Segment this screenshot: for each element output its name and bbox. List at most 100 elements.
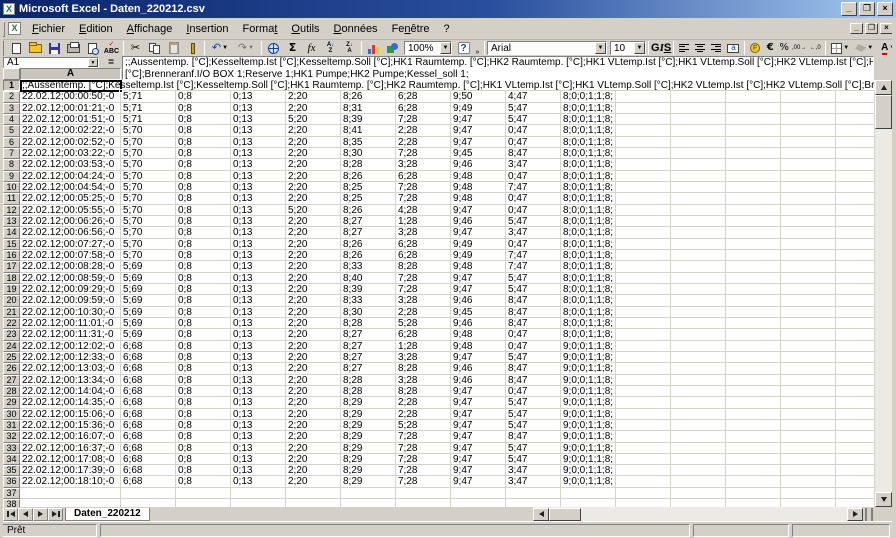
menu-item-insertion[interactable]: Insertion [179, 21, 235, 37]
cell[interactable]: 2;20 [286, 215, 341, 228]
cell[interactable]: 9;47 [451, 408, 506, 420]
cell[interactable]: 8;0;0;1;1;8; [561, 215, 616, 228]
cell[interactable] [836, 295, 875, 307]
cell[interactable]: 5;71 [121, 102, 176, 114]
cell[interactable]: 9;47 [451, 465, 506, 477]
cell[interactable]: 8;0;0;1;1;8; [561, 249, 616, 262]
cell[interactable] [671, 329, 726, 341]
row-header-9[interactable]: 9 [3, 170, 20, 182]
chevron-down-icon[interactable]: ▼ [88, 58, 98, 67]
cell[interactable] [616, 453, 671, 466]
cell[interactable] [616, 91, 671, 103]
cell[interactable]: 8;33 [341, 295, 396, 307]
row-header-3[interactable]: 3 [3, 102, 20, 114]
cell[interactable]: 8;41 [341, 125, 396, 137]
cell[interactable]: 4;47 [506, 91, 561, 103]
cell[interactable]: 2;20 [286, 227, 341, 239]
cell[interactable]: 8;47 [506, 374, 561, 386]
cell[interactable]: 5;69 [121, 261, 176, 273]
cell[interactable]: 5;69 [121, 317, 176, 330]
doc-restore-button[interactable]: ❐ [865, 23, 878, 34]
cell[interactable]: 8;26 [341, 249, 396, 262]
cell[interactable]: 7;28 [396, 476, 451, 488]
cell[interactable] [671, 91, 726, 103]
print-preview-button[interactable] [83, 40, 102, 56]
cell[interactable]: 0;13 [231, 374, 286, 386]
row-header-38[interactable]: 38 [3, 499, 20, 507]
cell[interactable] [726, 113, 781, 126]
cell[interactable]: 8;0;0;1;1;8; [561, 159, 616, 171]
menu-item-format[interactable]: Format [236, 21, 285, 37]
cell[interactable]: 9;46 [451, 159, 506, 171]
cell[interactable]: 9;49 [451, 249, 506, 262]
row-header-28[interactable]: 28 [3, 385, 20, 398]
cell[interactable] [836, 91, 875, 103]
save-button[interactable] [45, 40, 64, 56]
cell[interactable] [671, 238, 726, 250]
cell[interactable]: 5;47 [506, 397, 561, 409]
edit-formula-button[interactable]: = [104, 57, 118, 68]
cell[interactable]: 0;13 [231, 91, 286, 103]
cell[interactable]: 0;47 [506, 170, 561, 182]
cell[interactable]: 9;47 [451, 453, 506, 466]
cell[interactable] [781, 181, 836, 194]
cell[interactable]: 8;35 [341, 136, 396, 148]
cell[interactable]: 8;0;0;1;1;8; [561, 238, 616, 250]
cell[interactable] [836, 329, 875, 341]
cell[interactable] [616, 193, 671, 205]
cell[interactable] [781, 102, 836, 114]
cell[interactable] [726, 408, 781, 420]
first-sheet-button[interactable] [3, 507, 18, 521]
cell[interactable]: 2;28 [396, 408, 451, 420]
cell[interactable]: 0;8 [176, 329, 231, 341]
cell[interactable]: 0;47 [506, 125, 561, 137]
row-header-8[interactable]: 8 [3, 159, 20, 171]
cell[interactable] [671, 419, 726, 432]
cell[interactable]: 8;25 [341, 193, 396, 205]
cell[interactable]: 7;28 [396, 431, 451, 443]
cell[interactable]: 0;13 [231, 170, 286, 182]
cell[interactable] [836, 283, 875, 296]
cell[interactable] [726, 374, 781, 386]
cell[interactable]: 7;28 [396, 453, 451, 466]
cell[interactable]: 8;0;0;1;1;8; [561, 102, 616, 114]
cell[interactable] [726, 431, 781, 443]
cell[interactable] [836, 431, 875, 443]
cell[interactable]: 9;49 [451, 238, 506, 250]
cell[interactable]: 5;69 [121, 295, 176, 307]
cell[interactable]: 8;47 [506, 317, 561, 330]
cell[interactable] [726, 397, 781, 409]
cell[interactable]: 0;13 [231, 329, 286, 341]
paste-button[interactable] [164, 40, 183, 56]
cell[interactable]: 6;68 [121, 340, 176, 352]
cell[interactable] [616, 385, 671, 398]
row-header-10[interactable]: 10 [3, 181, 20, 194]
cell[interactable]: 6;28 [396, 249, 451, 262]
cell[interactable] [781, 351, 836, 364]
cell[interactable] [671, 215, 726, 228]
row-header-6[interactable]: 6 [3, 136, 20, 148]
cell[interactable]: 0;8 [176, 261, 231, 273]
cell[interactable]: 6;68 [121, 374, 176, 386]
cell[interactable]: 22.02.12;00:03:22;-0 [20, 147, 121, 160]
cell[interactable]: 22.02.12;00:00:50;-0 [20, 91, 121, 103]
cell[interactable]: 8;0;0;1;1;8; [561, 329, 616, 341]
chart-wizard-button[interactable] [364, 40, 383, 56]
cell[interactable]: 2;20 [286, 147, 341, 160]
cell[interactable]: 0;8 [176, 453, 231, 466]
row-header-16[interactable]: 16 [3, 249, 20, 262]
cell[interactable]: 0;13 [231, 227, 286, 239]
copy-button[interactable] [145, 40, 164, 56]
menu-item-edition[interactable]: Edition [72, 21, 120, 37]
menu-item-?[interactable]: ? [437, 21, 457, 37]
cell[interactable] [671, 340, 726, 352]
cell[interactable]: 5;28 [396, 317, 451, 330]
cell[interactable] [616, 442, 671, 454]
cell[interactable] [836, 215, 875, 228]
cell[interactable]: 9;47 [451, 431, 506, 443]
workbook-icon[interactable]: X [8, 22, 21, 35]
cell[interactable]: 8;26 [341, 238, 396, 250]
row-header-18[interactable]: 18 [3, 272, 20, 284]
cell[interactable]: 9;0;0;1;1;8; [561, 408, 616, 420]
cell[interactable]: 5;47 [506, 408, 561, 420]
